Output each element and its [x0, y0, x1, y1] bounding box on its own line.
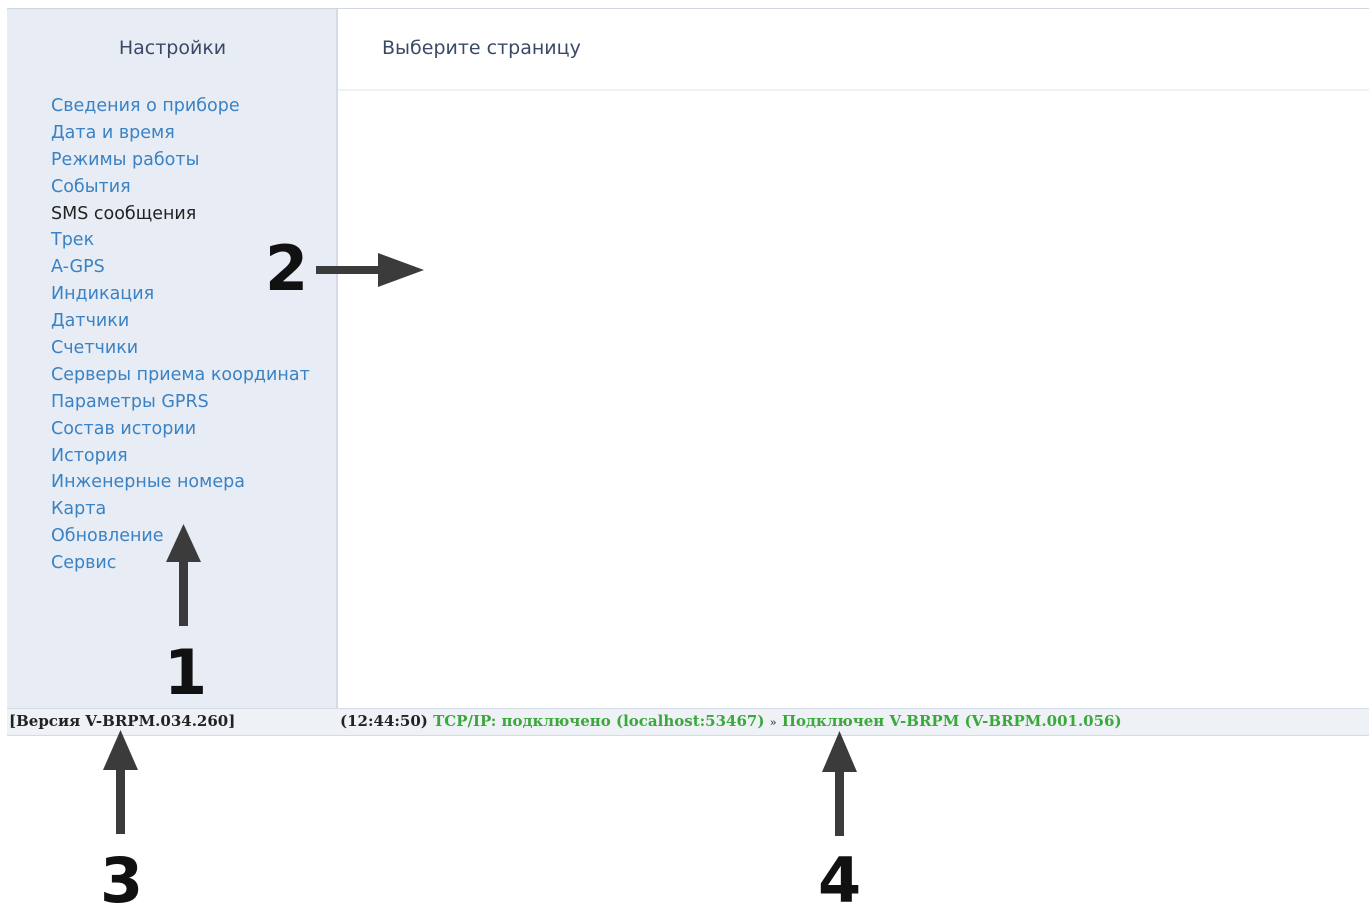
menu-item-operating-modes[interactable]: Режимы работы: [51, 147, 310, 174]
menu-item-sensors[interactable]: Датчики: [51, 308, 310, 335]
status-time: (12:44:50): [340, 712, 428, 730]
settings-menu: Сведения о приборе Дата и время Режимы р…: [51, 93, 310, 577]
menu-item-events[interactable]: События: [51, 174, 310, 201]
menu-item-history[interactable]: История: [51, 443, 310, 470]
annotation-number-1: 1: [164, 636, 208, 709]
menu-item-date-time[interactable]: Дата и время: [51, 120, 310, 147]
status-separator: »: [769, 716, 777, 729]
menu-item-engineering-numbers[interactable]: Инженерные номера: [51, 469, 310, 496]
menu-item-gprs-params[interactable]: Параметры GPRS: [51, 389, 310, 416]
main-header: Выберите страницу: [338, 9, 1369, 91]
menu-item-coordinate-servers[interactable]: Серверы приема координат: [51, 362, 310, 389]
main-content: Выберите страницу: [338, 9, 1369, 708]
menu-item-device-info[interactable]: Сведения о приборе: [51, 93, 310, 120]
tcp-status: TCP/IP: подключено (localhost:53467): [433, 712, 765, 730]
status-bar: [Версия V-BRPM.034.260] (12:44:50) TCP/I…: [7, 708, 1369, 736]
menu-item-update[interactable]: Обновление: [51, 523, 310, 550]
menu-item-counters[interactable]: Счетчики: [51, 335, 310, 362]
firmware-version: [Версия V-BRPM.034.260]: [9, 712, 236, 730]
arrow-up-icon: [103, 730, 138, 834]
device-status: Подключен V-BRPM (V-BRPM.001.056): [781, 712, 1122, 730]
menu-item-map[interactable]: Карта: [51, 496, 310, 523]
arrow-up-icon: [822, 731, 857, 836]
annotation-number-3: 3: [100, 844, 144, 917]
menu-item-service[interactable]: Сервис: [51, 550, 310, 577]
menu-item-sms-messages[interactable]: SMS сообщения: [51, 201, 310, 228]
menu-item-history-content[interactable]: Состав истории: [51, 416, 310, 443]
connection-status: (12:44:50) TCP/IP: подключено (localhost…: [340, 712, 1122, 730]
page-title: Выберите страницу: [382, 37, 581, 59]
annotation-number-2: 2: [265, 232, 309, 305]
app-window: Настройки Сведения о приборе Дата и врем…: [7, 8, 1369, 736]
sidebar-title: Настройки: [118, 37, 227, 59]
settings-sidebar: Настройки Сведения о приборе Дата и врем…: [7, 9, 338, 708]
annotation-number-4: 4: [818, 844, 862, 917]
